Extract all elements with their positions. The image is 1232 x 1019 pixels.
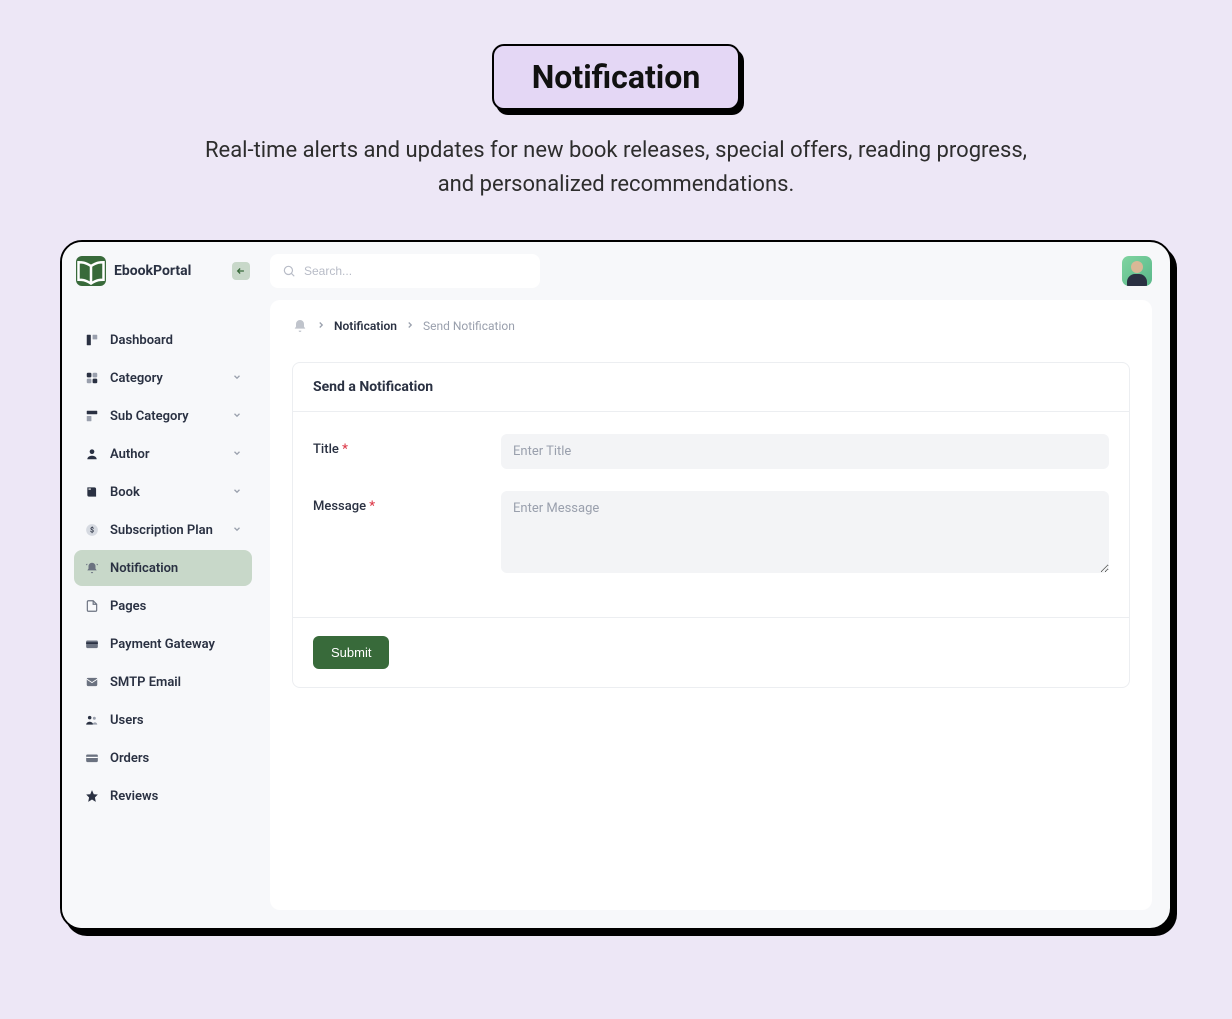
brand-logo <box>76 256 106 286</box>
sidebar-item-label: Book <box>110 485 140 500</box>
card-body: Title * Message * <box>293 412 1129 617</box>
breadcrumb-link[interactable]: Notification <box>334 319 397 333</box>
form-row-message: Message * <box>313 491 1109 573</box>
mail-icon <box>84 674 100 690</box>
page-title: Notification <box>492 44 741 110</box>
sidebar-item-label: Category <box>110 371 163 386</box>
search-input[interactable] <box>304 264 528 278</box>
sidebar-item-label: Reviews <box>110 789 158 804</box>
bell-icon <box>84 560 100 576</box>
sidebar-item-label: Subscription Plan <box>110 523 213 538</box>
topbar <box>262 242 1170 300</box>
sidebar-item-label: SMTP Email <box>110 675 181 690</box>
card-title: Send a Notification <box>293 363 1129 412</box>
breadcrumb-current: Send Notification <box>423 319 515 333</box>
sidebar-item-smtp[interactable]: SMTP Email <box>74 664 252 700</box>
message-textarea[interactable] <box>501 491 1109 573</box>
sidebar-item-label: Notification <box>110 561 178 576</box>
sidebar-item-author[interactable]: Author <box>74 436 252 472</box>
sidebar-item-label: Sub Category <box>110 409 189 424</box>
page-subtitle: Real-time alerts and updates for new boo… <box>186 134 1046 202</box>
credit-card-icon <box>84 636 100 652</box>
grid-icon <box>84 370 100 386</box>
search-icon <box>282 264 296 278</box>
sidebar-item-subcategory[interactable]: Sub Category <box>74 398 252 434</box>
arrow-left-icon <box>236 266 246 276</box>
sidebar-item-book[interactable]: Book <box>74 474 252 510</box>
sidebar-collapse-button[interactable] <box>232 262 250 280</box>
dashboard-icon <box>84 332 100 348</box>
sidebar-item-label: Users <box>110 713 144 728</box>
form-row-title: Title * <box>313 434 1109 469</box>
dollar-icon: $ <box>84 522 100 538</box>
brand-row: EbookPortal <box>74 256 252 304</box>
search-box[interactable] <box>270 254 540 288</box>
sidebar-item-subscription[interactable]: $ Subscription Plan <box>74 512 252 548</box>
chevron-down-icon <box>232 447 242 462</box>
chevron-down-icon <box>232 409 242 424</box>
sidebar-item-category[interactable]: Category <box>74 360 252 396</box>
main-area: Notification Send Notification Send a No… <box>262 242 1170 928</box>
sidebar-item-label: Author <box>110 447 150 462</box>
sidebar-item-label: Payment Gateway <box>110 637 215 652</box>
title-label: Title * <box>313 434 501 457</box>
sidebar-item-label: Orders <box>110 751 149 766</box>
sidebar: EbookPortal Dashboard Category Sub Ca <box>62 242 262 928</box>
sidebar-item-users[interactable]: Users <box>74 702 252 738</box>
message-label: Message * <box>313 491 501 514</box>
book-open-icon <box>76 256 106 286</box>
star-icon <box>84 788 100 804</box>
card-footer: Submit <box>293 617 1129 687</box>
content-panel: Notification Send Notification Send a No… <box>270 300 1152 910</box>
page-icon <box>84 598 100 614</box>
book-icon <box>84 484 100 500</box>
chevron-right-icon <box>405 319 415 333</box>
header-section: Notification Real-time alerts and update… <box>50 44 1182 202</box>
page-container: Notification Real-time alerts and update… <box>0 0 1232 1019</box>
sidebar-nav: Dashboard Category Sub Category Author <box>74 322 252 814</box>
svg-text:$: $ <box>90 527 94 535</box>
card-icon <box>84 750 100 766</box>
avatar[interactable] <box>1122 256 1152 286</box>
app-frame: EbookPortal Dashboard Category Sub Ca <box>60 240 1172 930</box>
brand-name: EbookPortal <box>114 263 191 279</box>
sidebar-item-orders[interactable]: Orders <box>74 740 252 776</box>
bell-icon <box>292 318 308 334</box>
sidebar-item-payment[interactable]: Payment Gateway <box>74 626 252 662</box>
notification-form-card: Send a Notification Title * Message * Su… <box>292 362 1130 688</box>
sidebar-item-dashboard[interactable]: Dashboard <box>74 322 252 358</box>
sidebar-item-label: Pages <box>110 599 146 614</box>
chevron-down-icon <box>232 523 242 538</box>
chevron-down-icon <box>232 485 242 500</box>
sidebar-item-reviews[interactable]: Reviews <box>74 778 252 814</box>
users-icon <box>84 712 100 728</box>
chevron-down-icon <box>232 371 242 386</box>
breadcrumb: Notification Send Notification <box>292 318 1130 334</box>
submit-button[interactable]: Submit <box>313 636 389 669</box>
layout-icon <box>84 408 100 424</box>
title-input[interactable] <box>501 434 1109 469</box>
sidebar-item-pages[interactable]: Pages <box>74 588 252 624</box>
user-icon <box>84 446 100 462</box>
sidebar-item-notification[interactable]: Notification <box>74 550 252 586</box>
sidebar-item-label: Dashboard <box>110 333 173 348</box>
chevron-right-icon <box>316 319 326 333</box>
